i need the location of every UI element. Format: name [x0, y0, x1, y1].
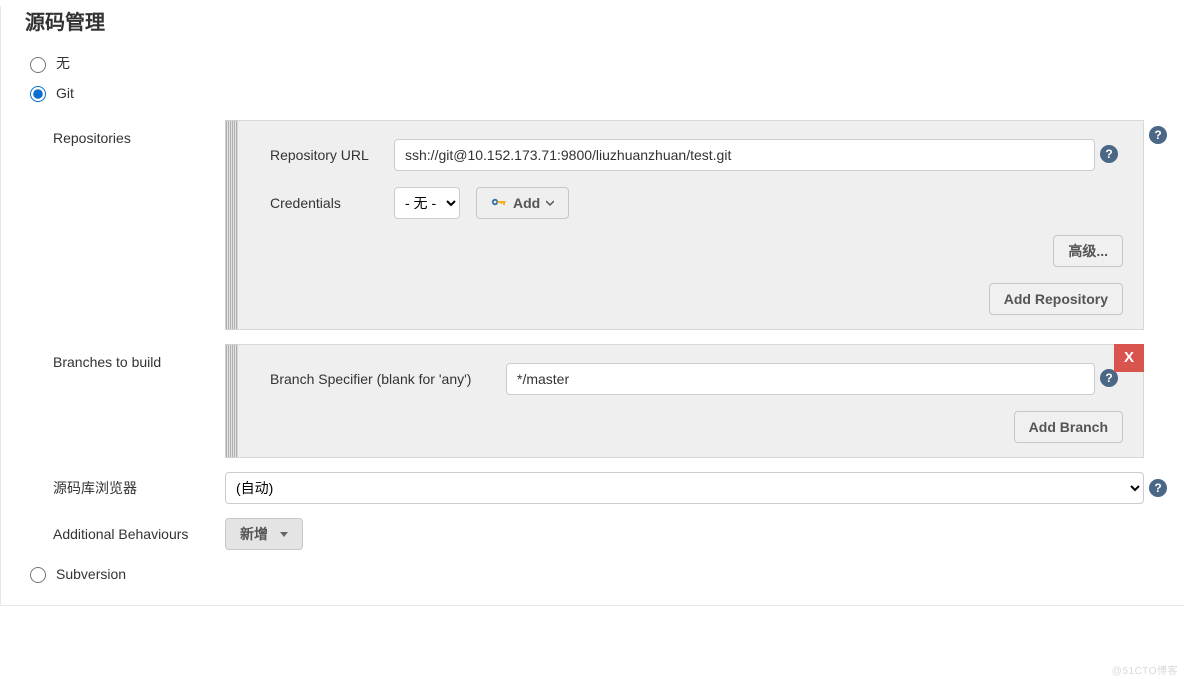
- help-icon[interactable]: ?: [1149, 479, 1167, 497]
- behaviours-label: Additional Behaviours: [53, 526, 225, 542]
- advanced-button[interactable]: 高级...: [1053, 235, 1123, 267]
- repo-url-input[interactable]: [394, 139, 1095, 171]
- drag-handle[interactable]: [225, 120, 237, 330]
- section-title: 源码管理: [25, 6, 1172, 35]
- behaviours-add-button[interactable]: 新增: [225, 518, 303, 550]
- credentials-label: Credentials: [270, 195, 378, 211]
- branch-spec-input[interactable]: [506, 363, 1095, 395]
- repo-url-label: Repository URL: [270, 147, 378, 163]
- credentials-add-label: Add: [513, 195, 540, 211]
- radio-subversion[interactable]: [30, 567, 46, 583]
- drag-handle[interactable]: [225, 344, 237, 458]
- delete-branch-button[interactable]: X: [1114, 344, 1144, 372]
- key-icon: [491, 195, 507, 211]
- help-icon[interactable]: ?: [1149, 126, 1167, 144]
- branch-spec-label: Branch Specifier (blank for 'any'): [270, 371, 490, 387]
- repositories-panel: Repository URL ? Credentials - 无 - Add: [237, 120, 1144, 330]
- repositories-label: Repositories: [53, 120, 225, 330]
- repo-browser-select[interactable]: (自动): [225, 472, 1144, 504]
- radio-git-label: Git: [56, 85, 74, 101]
- watermark: @51CTO博客: [1112, 662, 1178, 677]
- repo-browser-label: 源码库浏览器: [53, 478, 225, 498]
- credentials-add-button[interactable]: Add: [476, 187, 569, 219]
- help-icon[interactable]: ?: [1100, 145, 1118, 163]
- add-repository-button[interactable]: Add Repository: [989, 283, 1123, 315]
- radio-none-label: 无: [56, 53, 70, 73]
- radio-none[interactable]: [30, 57, 46, 73]
- radio-subversion-label: Subversion: [56, 566, 126, 582]
- scm-option-none[interactable]: 无: [25, 53, 1172, 73]
- add-branch-button[interactable]: Add Branch: [1014, 411, 1123, 443]
- branches-label: Branches to build: [53, 344, 225, 458]
- radio-git[interactable]: [30, 86, 46, 102]
- scm-option-git[interactable]: Git: [25, 83, 1172, 102]
- branches-panel: X Branch Specifier (blank for 'any') ? A…: [237, 344, 1144, 458]
- chevron-down-icon: [546, 199, 554, 207]
- credentials-select[interactable]: - 无 -: [394, 187, 460, 219]
- scm-option-subversion[interactable]: Subversion: [25, 564, 1172, 583]
